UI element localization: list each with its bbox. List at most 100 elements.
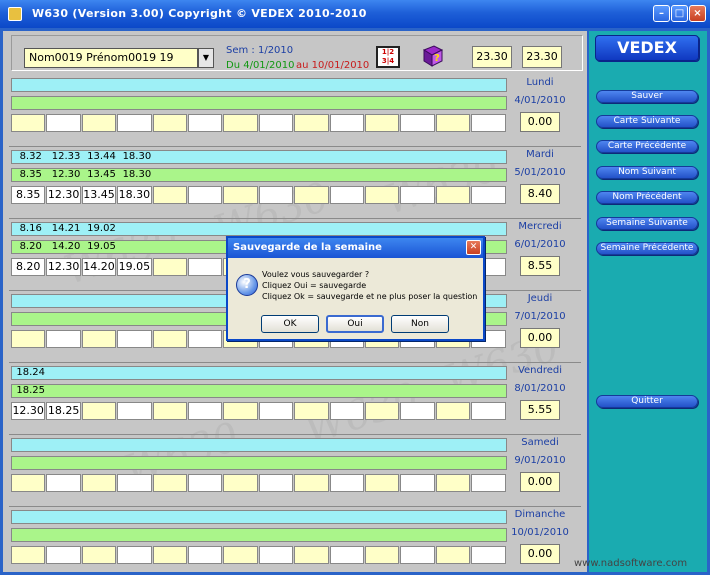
help-book-icon[interactable]: ? [421, 44, 445, 68]
close-button[interactable]: × [689, 5, 706, 22]
time-input-cell[interactable] [471, 114, 506, 132]
time-input-cell[interactable] [258, 114, 294, 132]
previous-card-button[interactable]: Carte Précédente [596, 140, 698, 153]
corrected-times-band[interactable] [11, 528, 507, 542]
time-input-cell[interactable] [152, 474, 187, 492]
time-input-cell[interactable] [11, 114, 46, 132]
time-input-cell[interactable]: 19.05 [117, 258, 152, 276]
time-input-cell[interactable] [294, 474, 329, 492]
badge-times-band[interactable] [11, 366, 507, 380]
time-input-cell[interactable] [365, 402, 400, 420]
time-input-cell[interactable] [329, 402, 364, 420]
vedex-brand-button[interactable]: VEDEX [595, 35, 699, 61]
time-input-cell[interactable] [435, 402, 471, 420]
time-input-cell[interactable] [46, 114, 81, 132]
time-input-cell[interactable] [117, 114, 152, 132]
time-input-cell[interactable] [329, 474, 364, 492]
time-input-cell[interactable] [400, 402, 435, 420]
non-button[interactable]: Non [391, 315, 449, 333]
time-input-cell[interactable] [400, 546, 435, 564]
time-input-cell[interactable] [81, 114, 117, 132]
time-input-cell[interactable] [117, 546, 152, 564]
time-input-cell[interactable] [11, 546, 46, 564]
time-input-cell[interactable] [46, 474, 81, 492]
time-input-cell[interactable] [223, 186, 258, 204]
time-input-cell[interactable] [365, 546, 400, 564]
time-input-cell[interactable] [294, 114, 329, 132]
time-input-cell[interactable] [258, 402, 294, 420]
calculator-icon[interactable]: 1|2 3|4 [376, 46, 400, 68]
time-input-cell[interactable] [11, 330, 46, 348]
time-input-cell[interactable] [223, 114, 258, 132]
time-input-cell[interactable] [365, 474, 400, 492]
time-input-cell[interactable] [329, 546, 364, 564]
time-input-cell[interactable]: 13.45 [81, 186, 117, 204]
time-input-cell[interactable] [471, 474, 506, 492]
time-input-cell[interactable] [188, 546, 223, 564]
corrected-times-band[interactable] [11, 96, 507, 110]
time-input-cell[interactable] [81, 330, 117, 348]
time-input-cell[interactable] [294, 546, 329, 564]
badge-times-band[interactable] [11, 78, 507, 92]
time-input-cell[interactable] [223, 474, 258, 492]
next-card-button[interactable]: Carte Suivante [596, 115, 698, 128]
time-input-cell[interactable] [435, 114, 471, 132]
time-input-cell[interactable] [294, 402, 329, 420]
time-input-cell[interactable] [188, 402, 223, 420]
time-input-cell[interactable] [46, 330, 81, 348]
time-input-cell[interactable] [152, 546, 187, 564]
chevron-down-icon[interactable]: ▼ [198, 48, 214, 68]
time-input-cell[interactable] [152, 114, 187, 132]
time-input-cell[interactable] [188, 258, 223, 276]
maximize-button[interactable]: □ [671, 5, 688, 22]
time-input-cell[interactable] [152, 186, 187, 204]
time-input-cell[interactable] [152, 258, 187, 276]
time-input-cell[interactable] [117, 330, 152, 348]
badge-times-band[interactable] [11, 438, 507, 452]
employee-select[interactable]: Nom0019 Prénom0019 19 [24, 48, 198, 68]
oui-button[interactable]: Oui [326, 315, 384, 333]
time-input-cell[interactable] [117, 474, 152, 492]
time-input-cell[interactable] [329, 114, 364, 132]
time-input-cell[interactable]: 14.20 [81, 258, 117, 276]
close-icon[interactable]: ✕ [466, 240, 481, 255]
previous-week-button[interactable]: Semaine Précédente [596, 242, 698, 255]
time-input-cell[interactable] [435, 546, 471, 564]
time-input-cell[interactable] [365, 186, 400, 204]
time-input-cell[interactable] [329, 186, 364, 204]
time-input-cell[interactable] [258, 186, 294, 204]
time-input-cell[interactable] [11, 474, 46, 492]
time-input-cell[interactable] [152, 402, 187, 420]
time-input-cell[interactable]: 8.20 [11, 258, 46, 276]
time-input-cell[interactable] [46, 546, 81, 564]
time-input-cell[interactable] [471, 402, 506, 420]
corrected-times-band[interactable] [11, 384, 507, 398]
time-input-cell[interactable]: 18.25 [46, 402, 81, 420]
time-input-cell[interactable] [365, 114, 400, 132]
footer-link[interactable]: www.nadsoftware.com [574, 558, 687, 569]
time-input-cell[interactable] [188, 330, 223, 348]
time-input-cell[interactable]: 18.30 [117, 186, 152, 204]
time-input-cell[interactable] [117, 402, 152, 420]
time-input-cell[interactable] [471, 186, 506, 204]
time-input-cell[interactable]: 12.30 [11, 402, 46, 420]
next-name-button[interactable]: Nom Suivant [596, 166, 698, 179]
time-input-cell[interactable] [81, 546, 117, 564]
time-input-cell[interactable] [294, 186, 329, 204]
time-input-cell[interactable] [435, 186, 471, 204]
time-input-cell[interactable] [152, 330, 187, 348]
minimize-button[interactable]: – [653, 5, 670, 22]
time-input-cell[interactable] [223, 402, 258, 420]
badge-times-band[interactable] [11, 510, 507, 524]
time-input-cell[interactable]: 12.30 [46, 258, 81, 276]
time-input-cell[interactable]: 8.35 [11, 186, 46, 204]
time-input-cell[interactable] [188, 186, 223, 204]
quit-button[interactable]: Quitter [596, 395, 698, 408]
time-input-cell[interactable] [188, 114, 223, 132]
time-input-cell[interactable] [400, 114, 435, 132]
time-input-cell[interactable] [400, 474, 435, 492]
time-input-cell[interactable] [81, 474, 117, 492]
time-input-cell[interactable] [435, 474, 471, 492]
time-input-cell[interactable] [223, 546, 258, 564]
time-input-cell[interactable] [471, 546, 506, 564]
